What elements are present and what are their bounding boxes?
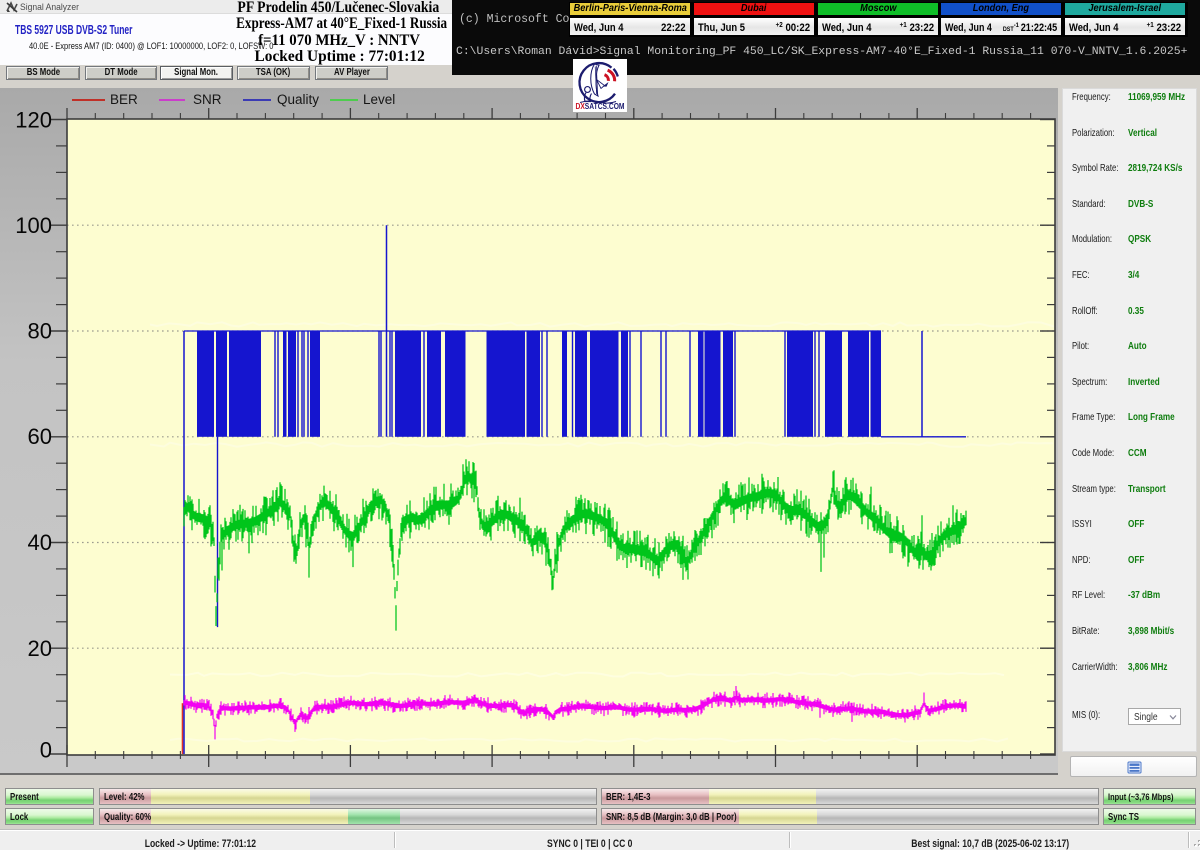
svg-text:100: 100 [15,213,52,238]
svg-text:120: 120 [15,108,52,133]
svg-text:20: 20 [28,636,52,661]
svg-text:40: 40 [28,530,52,555]
svg-text:0: 0 [40,738,52,763]
svg-text:80: 80 [28,319,52,344]
svg-text:DXSATCS.COM: DXSATCS.COM [576,101,625,111]
svg-text:60: 60 [28,424,52,449]
